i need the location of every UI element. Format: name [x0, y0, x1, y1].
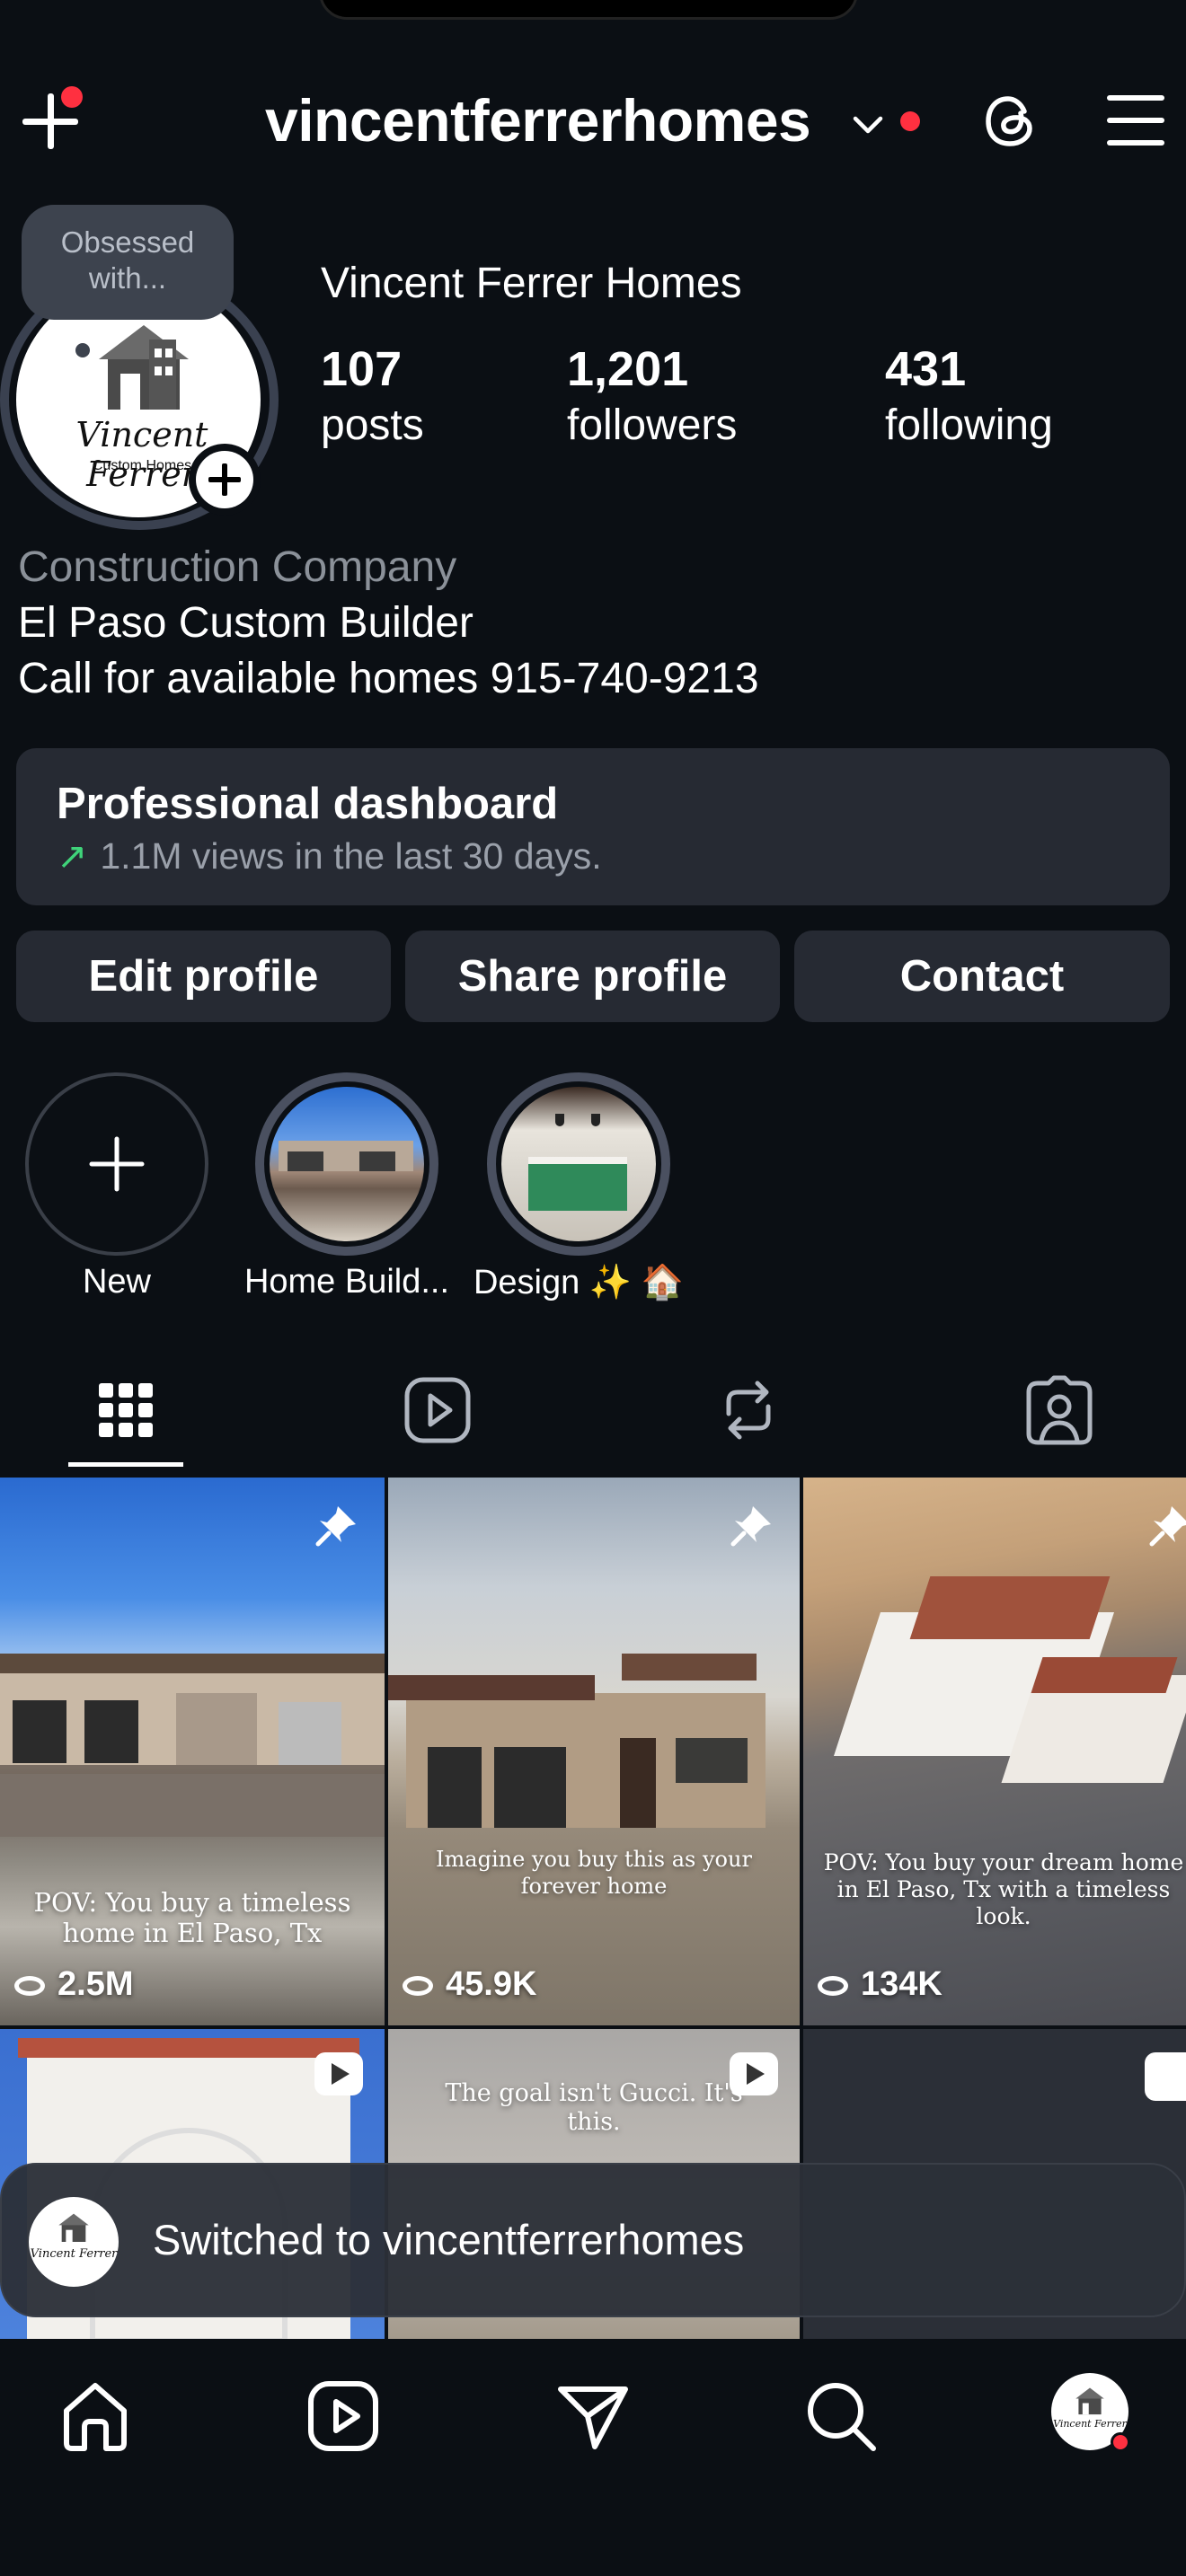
bio-line-phone[interactable]: Call for available homes 915-740-9213: [18, 654, 759, 703]
nav-logo-wordmark: Vincent Ferrer: [1053, 2418, 1127, 2430]
eye-icon: [403, 1975, 433, 1996]
chevron-down-icon[interactable]: [850, 106, 886, 142]
house-logo-icon: [58, 2213, 89, 2242]
reels-tab-icon[interactable]: [402, 1374, 474, 1446]
post-caption: POV: You buy a timeless home in El Paso,…: [33, 1887, 351, 1948]
post-tile[interactable]: POV: You buy a timeless home in El Paso,…: [0, 1478, 385, 2025]
pin-icon: [1149, 1506, 1186, 1547]
house-logo-icon: [1075, 2387, 1104, 2415]
account-switch-toast: Vincent Ferrer Switched to vincentferrer…: [0, 2163, 1186, 2317]
account-username[interactable]: vincentferrerhomes: [265, 86, 811, 154]
eye-icon: [14, 1975, 45, 1996]
reposts-tab-icon[interactable]: [712, 1374, 784, 1446]
dashboard-views-text: 1.1M views in the last 30 days.: [100, 835, 602, 877]
followers-label[interactable]: followers: [567, 401, 737, 450]
threads-icon[interactable]: [979, 90, 1042, 153]
highlight-design[interactable]: [487, 1072, 670, 1256]
notification-dot: [61, 86, 83, 108]
reel-badge-icon: [730, 2052, 778, 2095]
add-story-plus-icon[interactable]: [189, 444, 261, 516]
post-view-count: 134K: [818, 1965, 943, 2004]
profile-category: Construction Company: [18, 543, 457, 591]
highlight-label-design: Design ✨ 🏠: [473, 1264, 685, 1301]
direct-messages-icon[interactable]: [555, 2378, 631, 2454]
trend-up-arrow-icon: ↗: [57, 835, 88, 877]
share-profile-button[interactable]: Share profile: [405, 931, 780, 1022]
note-bubble[interactable]: Obsessed with...: [22, 205, 234, 320]
dashboard-subtitle: ↗ 1.1M views in the last 30 days.: [57, 834, 602, 878]
device-notch: [319, 0, 858, 20]
toast-avatar: Vincent Ferrer: [29, 2197, 119, 2287]
posts-label[interactable]: posts: [321, 401, 424, 450]
home-icon[interactable]: [58, 2378, 133, 2454]
highlight-label-new: New: [82, 1263, 152, 1301]
highlight-home-build[interactable]: [255, 1072, 438, 1256]
pin-icon: [315, 1506, 356, 1547]
house-logo-icon: [99, 325, 189, 410]
dashboard-title: Professional dashboard: [57, 780, 559, 828]
plus-icon: [89, 1136, 145, 1192]
post-view-count: 2.5M: [14, 1965, 133, 2004]
tagged-tab-icon[interactable]: [1023, 1374, 1095, 1446]
reels-icon[interactable]: [305, 2378, 381, 2454]
professional-dashboard-card[interactable]: Professional dashboard ↗ 1.1M views in th…: [16, 748, 1170, 905]
menu-icon[interactable]: [1107, 95, 1164, 146]
bottom-nav: Vincent Ferrer: [0, 2341, 1186, 2576]
followers-count[interactable]: 1,201: [567, 341, 688, 397]
posts-count[interactable]: 107: [321, 341, 402, 397]
toast-message: Switched to vincentferrerhomes: [153, 2216, 745, 2263]
bio-line: El Paso Custom Builder: [18, 599, 474, 647]
account-notification-dot: [900, 111, 920, 131]
carousel-badge-icon: [1145, 2052, 1186, 2101]
highlight-label-home-build: Home Build...: [243, 1263, 450, 1301]
active-tab-indicator: [68, 1462, 183, 1467]
eye-icon: [818, 1975, 848, 1996]
note-bubble-tail: [75, 343, 90, 357]
post-view-count: 45.9K: [403, 1965, 536, 2004]
contact-button[interactable]: Contact: [794, 931, 1170, 1022]
post-caption: POV: You buy your dream home in El Paso,…: [823, 1849, 1184, 1929]
pin-icon: [730, 1506, 771, 1547]
post-tile[interactable]: POV: You buy your dream home in El Paso,…: [803, 1478, 1186, 2025]
toast-logo-wordmark: Vincent Ferrer: [30, 2247, 118, 2261]
grid-tab-icon[interactable]: [90, 1374, 162, 1446]
post-tile[interactable]: Imagine you buy this as your forever hom…: [388, 1478, 800, 2025]
search-icon[interactable]: [803, 2378, 879, 2454]
new-highlight-button[interactable]: [25, 1072, 208, 1256]
post-caption: Imagine you buy this as your forever hom…: [436, 1847, 752, 1899]
following-count[interactable]: 431: [885, 341, 966, 397]
reel-badge-icon: [314, 2052, 363, 2095]
following-label[interactable]: following: [885, 401, 1053, 450]
profile-notification-dot: [1111, 2432, 1130, 2452]
edit-profile-button[interactable]: Edit profile: [16, 931, 391, 1022]
post-caption: The goal isn't Gucci. It's this.: [445, 2079, 743, 2136]
display-name: Vincent Ferrer Homes: [321, 260, 742, 307]
